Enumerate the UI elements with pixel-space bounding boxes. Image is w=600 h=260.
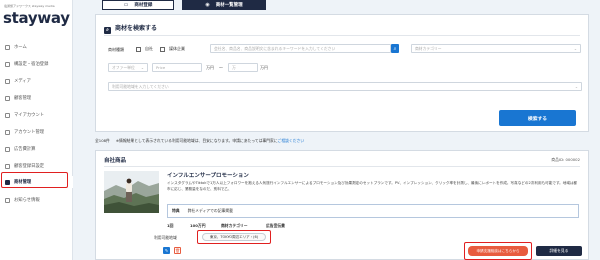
checkbox-own[interactable]: 自社 (136, 46, 153, 52)
magnifier-icon: ⌕ (393, 45, 397, 52)
user-icon (5, 112, 10, 118)
area-select-value: 利用可能地域を入力してください (112, 83, 169, 89)
divider (104, 166, 580, 167)
checkbox-own-label: 自社 (145, 46, 153, 51)
meta-price: 100万円 (190, 223, 206, 229)
sidebar-item-label: アカウント管理 (14, 130, 45, 135)
brand-tagline: 電通旅アドワークス stayway media (4, 4, 55, 8)
consult-link[interactable]: ご相談ください (278, 138, 305, 143)
chevron-down-icon: ⌄ (574, 84, 578, 89)
calendar-icon (5, 163, 10, 169)
product-description: インスタグラムやTiktokで1万人以上フォロワーを抱える人気旅行インフルエンサ… (167, 181, 578, 191)
price-from-input[interactable]: Price (152, 63, 202, 72)
home-icon (5, 44, 10, 50)
bell-icon (5, 197, 10, 203)
checkbox-ad-label: 媒体企業 (169, 46, 185, 51)
feature-box: 特典 弊社メディアでの記事掲載 (167, 204, 579, 218)
account-icon (5, 129, 10, 135)
tab-register-product[interactable]: ▭ 商材登録 (102, 0, 174, 10)
sidebar-item-label: 顧客管理 (14, 96, 32, 101)
meta-category-label: 商材カテゴリー (221, 223, 248, 229)
sidebar-item-label: お知らせ情報 (14, 198, 40, 203)
feature-value: 弊社メディアでの記事掲載 (187, 208, 233, 213)
chevron-down-icon: ⌄ (573, 46, 577, 51)
highlight-area-pill (197, 230, 271, 244)
sidebar-item-media[interactable]: メディア (0, 75, 73, 87)
result-notes: 全108件 ※情報結果として表示されている利用可能地域は、目安になります。申請にあ… (95, 138, 304, 144)
fee-unit-select-value: オファー単位 (112, 64, 135, 70)
building-icon (5, 61, 10, 67)
media-icon (5, 78, 10, 84)
fee-unit-select[interactable]: オファー単位 ⌄ (108, 63, 148, 72)
app-logo[interactable]: stayway (3, 9, 70, 27)
customer-icon (5, 95, 10, 101)
divider (104, 35, 580, 36)
edit-icon[interactable]: ✎ (163, 247, 170, 254)
product-title[interactable]: インフルエンサープロモーション (167, 171, 249, 179)
sidebar-item-facility[interactable]: 構設定・宿泊登録 (0, 58, 73, 70)
sidebar-item-label: 広告費計算 (14, 147, 36, 152)
item-id: 商品ID: 000002 (551, 157, 580, 162)
sidebar: 電通旅アドワークス stayway media stayway ホーム 構設定・… (0, 0, 73, 260)
delete-icon[interactable]: 🗑 (174, 247, 181, 254)
list-icon: ◉ (205, 2, 210, 8)
category-select-value: 商材カテゴリー (415, 45, 442, 51)
sidebar-item-customers[interactable]: 顧客管理 (0, 92, 73, 104)
price-to-input[interactable]: 万 (228, 63, 258, 72)
feature-label: 特典 (172, 208, 180, 213)
sidebar-item-account-management[interactable]: アカウント管理 (0, 126, 73, 138)
checkbox-ad-box[interactable] (160, 46, 165, 52)
search-button[interactable]: ⌕ (391, 44, 399, 53)
checkbox-ad[interactable]: 媒体企業 (160, 46, 185, 52)
category-label: 商材種類 (108, 47, 124, 52)
search-icon: ⌕ (104, 27, 111, 34)
sidebar-item-label: ホーム (14, 45, 27, 50)
search-panel-title-text: 商材を検索する (115, 25, 158, 32)
count-label: 1回 (167, 223, 174, 228)
search-panel-title: ⌕ 商材を検索する (104, 23, 157, 34)
highlight-products-nav (1, 172, 68, 188)
card-heading: 自社商品 (104, 158, 127, 164)
folder-icon: ▭ (123, 2, 129, 8)
keyword-input[interactable]: 会社名、商品名、商品説明文に含まれるキーワードを入力してください (210, 44, 391, 53)
view-details-button[interactable]: 詳細を見る (536, 246, 582, 256)
result-disclaimer: ※情報結果として表示されている利用可能地域は、目安になります。申請にあたっては事… (115, 138, 278, 143)
price-value: 100万円 (190, 223, 206, 228)
product-card: 自社商品 商品ID: 000002 インフルエンサープロモーション インスタグラ… (95, 150, 589, 260)
chevron-down-icon: ⌄ (140, 65, 144, 70)
sidebar-item-my-account[interactable]: マイアカウント (0, 109, 73, 121)
category-select[interactable]: 商材カテゴリー ⌄ (411, 44, 581, 53)
price-tilde: 〜 (219, 65, 223, 70)
product-image[interactable] (104, 171, 159, 213)
calculator-icon (5, 146, 10, 152)
price-unit-1: 万円 (206, 65, 214, 70)
meta-category-value: 広告宣伝費 (266, 223, 285, 229)
sidebar-item-label: マイアカウント (14, 113, 45, 118)
sidebar-item-ad-cost[interactable]: 広告費計算 (0, 143, 73, 155)
price-unit-2: 万円 (260, 65, 268, 70)
meta-count: 1回 (167, 223, 173, 229)
category-meta-value: 広告宣伝費 (266, 223, 285, 228)
sidebar-item-label: メディア (14, 79, 31, 84)
sidebar-item-label: 顧客登録日設定 (14, 164, 45, 169)
result-count: 全108件 (95, 138, 110, 143)
sidebar-item-home[interactable]: ホーム (0, 41, 73, 53)
submit-search-button[interactable]: 検索する (499, 110, 576, 126)
area-label: 利用可能地域 (154, 235, 177, 240)
tab-product-list[interactable]: ◉ 商材一覧管理 (182, 0, 266, 10)
sidebar-item-label: 構設定・宿泊登録 (14, 62, 49, 67)
area-select[interactable]: 利用可能地域を入力してください ⌄ (108, 82, 582, 91)
sidebar-item-registration-date[interactable]: 顧客登録日設定 (0, 160, 73, 172)
tab-register-label: 商材登録 (134, 3, 153, 8)
sidebar-item-notices[interactable]: お知らせ情報 (0, 194, 73, 206)
checkbox-own-box[interactable] (136, 46, 141, 52)
tab-list-label: 商材一覧管理 (215, 3, 243, 8)
highlight-consult-button (464, 242, 532, 260)
category-meta-label: 商材カテゴリー (221, 223, 248, 228)
search-panel: ⌕ 商材を検索する 商材種類 自社 媒体企業 会社名、商品名、商品説明文に含まれる… (95, 14, 589, 132)
